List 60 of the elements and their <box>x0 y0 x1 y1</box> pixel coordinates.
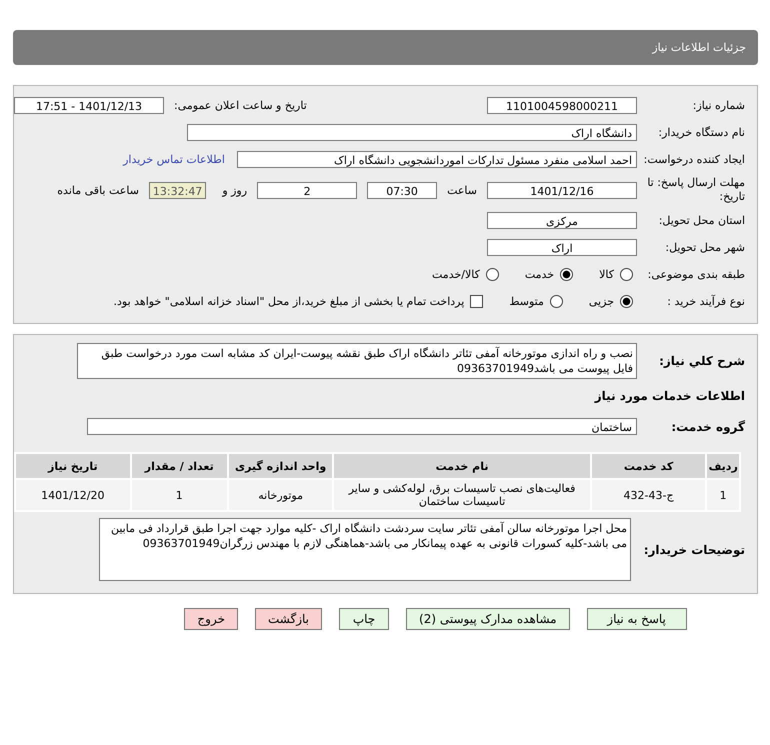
column-header: تاریخ نیاز <box>16 454 130 478</box>
text-field[interactable]: 07:30 <box>367 182 438 198</box>
text-area[interactable]: محل اجرا موتورخانه سالن آمفی تئاتر سایت سردشت دانشگاه اراک -کلیه موارد جهت اجرا طبق قرارداد فی مابین می باشد-کلیه کسورات قانونی به عهده پیمانکار می باشد-هماهنگی لازم با مهندس زرگران09363701949 <box>99 518 631 581</box>
action-button[interactable]: پاسخ به نیاز <box>586 608 687 630</box>
option-label: کالا/خدمت <box>432 268 480 281</box>
field-label: نوع فرآیند خرید : <box>666 295 746 308</box>
action-button[interactable]: خروج <box>184 608 238 630</box>
payment-note: پرداخت تمام یا بخشی از مبلغ خرید،از محل "اسناد خزانه اسلامی" خواهد بود. <box>114 295 464 308</box>
field-label: ساعت <box>446 184 478 196</box>
countdown-field[interactable]: 13:32:47 <box>148 182 206 198</box>
field-label: طبقه بندی موضوعی: <box>646 268 746 281</box>
field-label: گروه خدمت: <box>670 420 746 434</box>
radio-button[interactable] <box>620 295 633 308</box>
text-field[interactable]: دانشگاه اراک <box>187 124 637 141</box>
table-cell: 1 <box>707 480 739 510</box>
table-cell: ج-43-432 <box>592 480 706 510</box>
contact-link[interactable]: اطلاعات تماس خریدار <box>123 153 225 166</box>
column-header: تعداد / مقدار <box>132 454 227 478</box>
field-label: شهر محل تحویل: <box>664 241 746 254</box>
text-field[interactable]: 2 <box>257 182 358 198</box>
field-label: استان محل تحویل: <box>658 214 746 227</box>
field-label: مهلت ارسال پاسخ: تا تاریخ: <box>646 176 746 204</box>
text-field[interactable]: مرکزی <box>487 212 637 229</box>
text-field[interactable]: 1101004598000211 <box>487 97 637 114</box>
column-header: نام خدمت <box>334 454 590 478</box>
section-heading: اطلاعات خدمات مورد نیاز <box>593 388 746 405</box>
field-label: تاریخ و ساعت اعلان عمومی: <box>173 99 308 112</box>
text-field[interactable]: 1401/12/16 <box>487 182 637 198</box>
table-cell: موتورخانه <box>228 480 332 510</box>
table-cell: فعالیت‌های نصب تاسیسات برق، لوله‌کشی و سایر تاسیسات ساختمان <box>334 480 590 510</box>
field-label: ایجاد کننده درخواست: <box>642 153 746 166</box>
action-button[interactable]: بازگشت <box>255 608 322 630</box>
column-header: کد خدمت <box>592 454 706 478</box>
option-label: خدمت <box>524 268 554 281</box>
field-label: شماره نیاز: <box>692 99 746 112</box>
field-label: توضیحات خریدار: <box>642 542 746 556</box>
table-cell: 1 <box>132 480 227 510</box>
option-label: متوسط <box>509 295 544 308</box>
text-field[interactable]: ساختمان <box>87 418 637 435</box>
checkbox[interactable] <box>470 295 484 308</box>
option-label: جزیی <box>588 295 614 308</box>
column-header: ردیف <box>707 454 739 478</box>
field-label: روز و <box>220 184 248 196</box>
text-area[interactable]: نصب و راه اندازی موتورخانه آمفی تئاتر دانشگاه اراک طبق نقشه پیوست-ایران کد مشابه است مورد درخواست طبق فایل پیوست می باشد09363701949 <box>77 343 637 379</box>
field-label: نام دستگاه خریدار: <box>657 126 746 139</box>
action-button[interactable]: مشاهده مدارک پیوستی (2) <box>406 608 570 630</box>
radio-button[interactable] <box>550 295 563 308</box>
radio-button[interactable] <box>486 268 499 281</box>
option-label: کالا <box>599 268 614 281</box>
field-label: ساعت باقی مانده <box>56 184 140 196</box>
text-field[interactable]: اراک <box>487 239 637 256</box>
action-button[interactable]: چاپ <box>339 608 389 630</box>
radio-button[interactable] <box>620 268 633 281</box>
page-title: جزئیات اطلاعات نیاز <box>652 41 746 54</box>
text-field[interactable]: 1401/12/13 - 17:51 <box>14 97 164 114</box>
field-label: شرح کلي نياز: <box>658 354 746 368</box>
column-header: واحد اندازه گیری <box>228 454 332 478</box>
text-field[interactable]: احمد اسلامی منفرد مسئول تدارکات اموردانشجویی دانشگاه اراک <box>237 151 637 168</box>
radio-button[interactable] <box>560 268 574 281</box>
table-cell: 1401/12/20 <box>16 480 130 510</box>
